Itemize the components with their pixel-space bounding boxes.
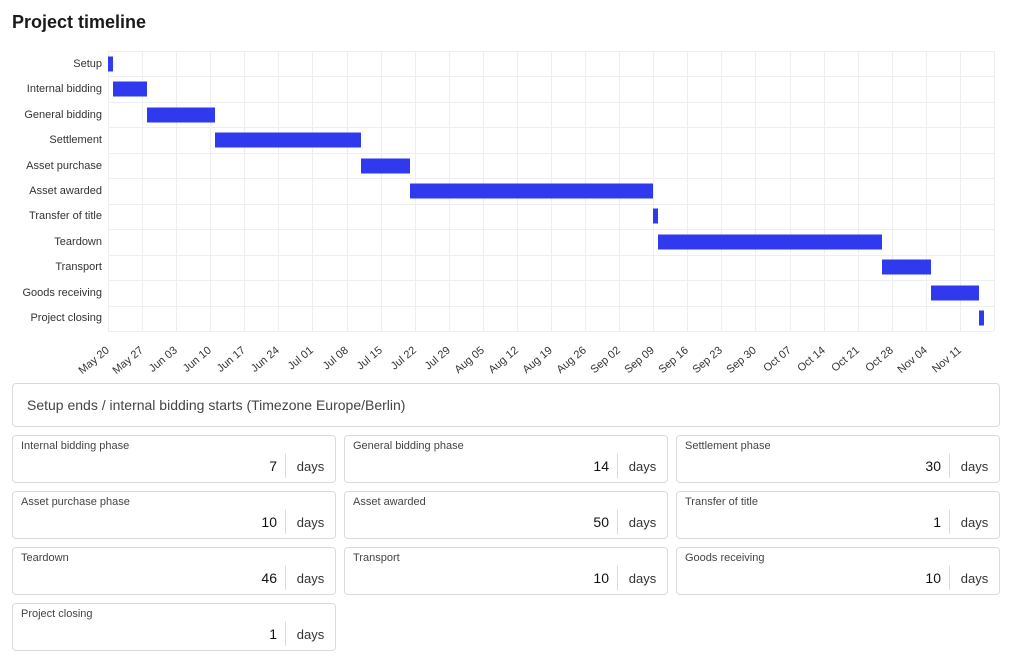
gantt-bar	[410, 184, 653, 199]
phase-field-general_bidding[interactable]: General bidding phase days	[344, 435, 668, 483]
phase-field-label: Internal bidding phase	[21, 440, 335, 452]
phase-field-input[interactable]	[353, 454, 617, 478]
phase-field-label: Settlement phase	[685, 440, 999, 452]
chart-x-axis: May 20May 27Jun 03Jun 10Jun 17Jun 24Jul …	[108, 331, 994, 371]
chart-x-label: Sep 23	[691, 344, 725, 376]
chart-y-label: Teardown	[54, 236, 102, 248]
chart-x-label: Jul 15	[354, 344, 384, 372]
chart-x-label: Jul 29	[422, 344, 452, 372]
phase-field-unit: days	[949, 454, 999, 478]
chart-y-label: Asset awarded	[29, 185, 102, 197]
phase-field-input[interactable]	[353, 510, 617, 534]
gantt-bar	[215, 133, 361, 148]
chart-y-label: Settlement	[49, 134, 102, 146]
phase-field-unit: days	[285, 510, 335, 534]
chart-x-label: Nov 11	[930, 344, 964, 375]
chart-y-label: Transport	[55, 261, 102, 273]
gantt-bar	[653, 209, 658, 224]
gantt-bar	[108, 56, 113, 71]
phase-field-input[interactable]	[685, 454, 949, 478]
phase-field-label: General bidding phase	[353, 440, 667, 452]
gantt-bar	[882, 260, 931, 275]
chart-x-label: Oct 07	[761, 344, 794, 374]
chart-x-label: Jun 24	[249, 344, 282, 374]
chart-x-label: Jul 22	[388, 344, 418, 372]
chart-y-label: Goods receiving	[23, 287, 103, 299]
phase-field-input[interactable]	[685, 566, 949, 590]
phase-field-input[interactable]	[21, 510, 285, 534]
chart-x-label: Oct 28	[863, 344, 896, 374]
chart-x-label: Oct 21	[829, 344, 862, 374]
chart-x-label: May 27	[111, 344, 146, 376]
chart-x-label: Aug 05	[452, 344, 486, 376]
phase-field-unit: days	[617, 454, 667, 478]
phase-field-label: Transport	[353, 552, 667, 564]
phase-field-input[interactable]	[353, 566, 617, 590]
chart-y-label: Transfer of title	[29, 210, 102, 222]
phase-field-label: Goods receiving	[685, 552, 999, 564]
page-title: Project timeline	[12, 12, 1004, 33]
chart-x-label: Jun 17	[215, 344, 248, 374]
phase-field-label: Teardown	[21, 552, 335, 564]
phase-field-input[interactable]	[21, 566, 285, 590]
phase-field-transfer_of_title[interactable]: Transfer of title days	[676, 491, 1000, 539]
phase-field-asset_awarded[interactable]: Asset awarded days	[344, 491, 668, 539]
phase-field-settlement[interactable]: Settlement phase days	[676, 435, 1000, 483]
gantt-bar	[113, 82, 147, 97]
chart-x-label: Jul 01	[286, 344, 316, 372]
chart-x-label: Jul 08	[320, 344, 350, 372]
chart-y-label: Setup	[73, 58, 102, 70]
gantt-bar	[361, 158, 410, 173]
phase-field-unit: days	[617, 510, 667, 534]
phase-field-asset_purchase[interactable]: Asset purchase phase days	[12, 491, 336, 539]
chart-grid	[108, 51, 994, 331]
chart-x-label: Aug 12	[486, 344, 520, 376]
chart-y-axis: Setup Internal bidding General bidding Sett…	[8, 51, 108, 331]
gantt-bar	[147, 107, 215, 122]
phase-field-unit: days	[949, 510, 999, 534]
phase-field-label: Transfer of title	[685, 496, 999, 508]
chart-y-label: Asset purchase	[26, 160, 102, 172]
chart-y-label: Project closing	[30, 312, 102, 324]
phase-field-teardown[interactable]: Teardown days	[12, 547, 336, 595]
chart-x-label: Sep 09	[623, 344, 657, 376]
phase-field-unit: days	[285, 566, 335, 590]
timezone-input[interactable]	[25, 396, 987, 414]
chart-x-label: Nov 04	[895, 344, 929, 376]
gantt-bar	[979, 311, 984, 326]
chart-x-label: Oct 14	[795, 344, 828, 374]
chart-x-label: Sep 16	[657, 344, 691, 376]
chart-x-label: Aug 19	[520, 344, 554, 376]
phase-field-goods_receiving[interactable]: Goods receiving days	[676, 547, 1000, 595]
phase-field-project_closing[interactable]: Project closingdays	[12, 603, 336, 651]
phase-inputs-grid: Internal bidding phasedaysGeneral biddin…	[12, 435, 1000, 651]
phase-field-transport[interactable]: Transport days	[344, 547, 668, 595]
phase-field-label: Asset purchase phase	[21, 496, 335, 508]
phase-field-internal_bidding[interactable]: Internal bidding phase days	[12, 435, 336, 483]
phase-field-input[interactable]	[21, 454, 285, 478]
chart-x-label: Jun 03	[147, 344, 180, 374]
chart-x-label: Sep 30	[725, 344, 759, 376]
timezone-field[interactable]	[12, 383, 1000, 427]
chart-y-label: General bidding	[24, 109, 102, 121]
chart-y-label: Internal bidding	[27, 83, 102, 95]
phase-field-unit: days	[617, 566, 667, 590]
chart-x-label: Aug 26	[554, 344, 588, 376]
chart-x-label: Sep 02	[589, 344, 623, 376]
phase-field-label: Asset awarded	[353, 496, 667, 508]
gantt-bar	[931, 285, 980, 300]
phase-field-input[interactable]	[685, 510, 949, 534]
chart-x-label: May 20	[77, 344, 112, 376]
phase-field-unit: days	[285, 454, 335, 478]
gantt-bar	[658, 234, 882, 249]
gantt-chart: Setup Internal bidding General bidding Sett…	[8, 51, 1004, 371]
phase-field-unit: days	[949, 566, 999, 590]
phase-field-label: Project closing	[21, 608, 335, 620]
chart-x-label: Jun 10	[181, 344, 214, 374]
